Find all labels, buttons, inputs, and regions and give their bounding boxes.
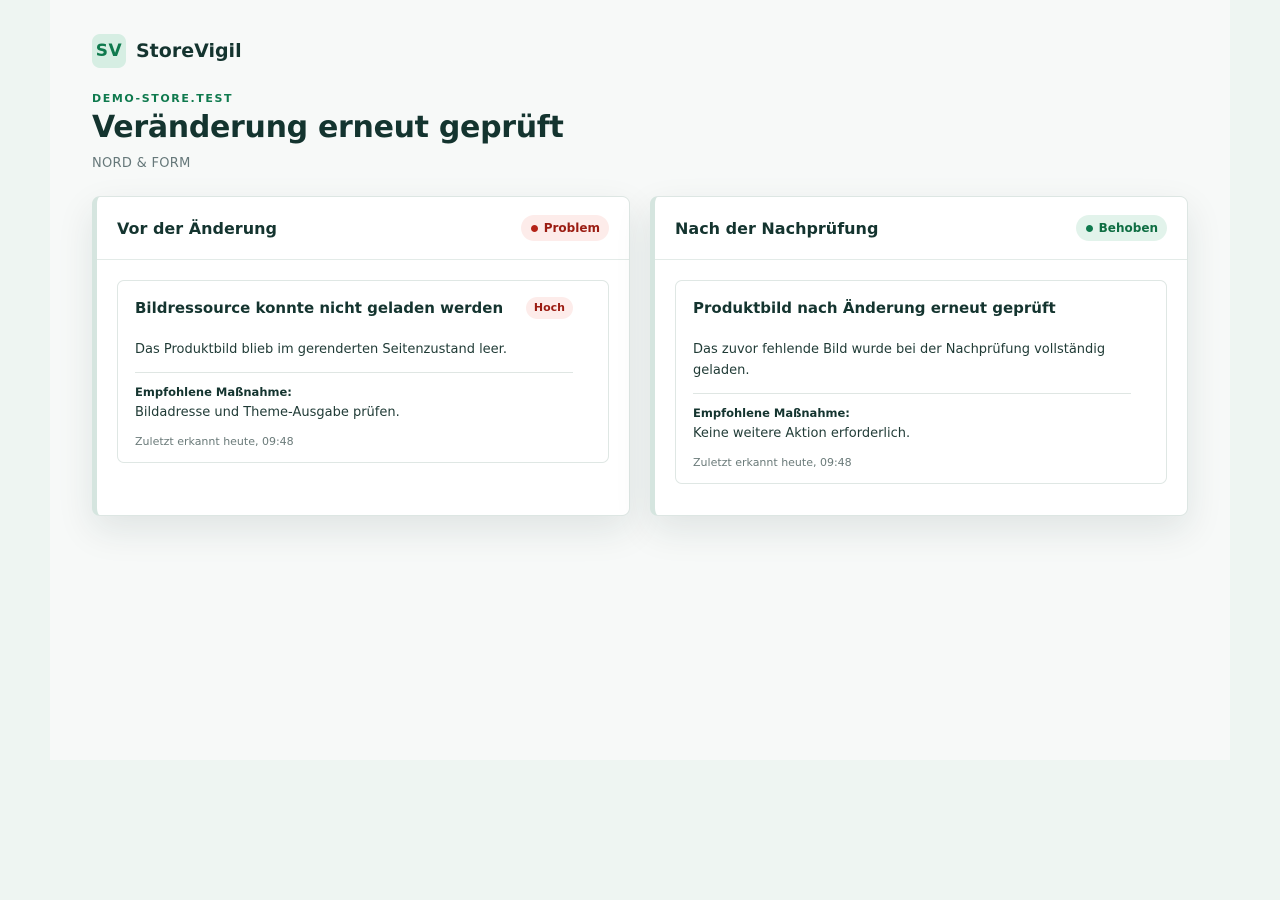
- finding-card-after: Produktbild nach Änderung erneut geprüft…: [675, 280, 1167, 484]
- status-badge-label: Problem: [543, 221, 600, 235]
- after-panel-header: Nach der Nachprüfung Behoben: [655, 197, 1187, 260]
- severity-badge: Hoch: [525, 297, 573, 319]
- finding-title: Bildressource konnte nicht geladen werde…: [135, 299, 504, 317]
- status-dot-icon: [1085, 224, 1093, 232]
- divider: [135, 372, 573, 373]
- storevigil-logo-icon: SV: [92, 34, 126, 68]
- before-panel-title: Vor der Änderung: [117, 218, 277, 238]
- finding-card-before: Bildressource konnte nicht geladen werde…: [117, 280, 609, 463]
- status-dot-icon: [530, 224, 538, 232]
- page-container: SV StoreVigil DEMO-STORE.TEST Veränderun…: [50, 0, 1230, 760]
- status-badge-problem: Problem: [520, 215, 609, 241]
- brand-name: StoreVigil: [136, 40, 242, 62]
- recommended-action: Bildadresse und Theme-Ausgabe prüfen.: [135, 405, 400, 420]
- status-badge-fixed: Behoben: [1075, 215, 1167, 241]
- recommended-action-label: Empfohlene Maßnahme:: [693, 406, 850, 420]
- after-panel-title: Nach der Nachprüfung: [675, 218, 879, 238]
- before-panel: Vor der Änderung Problem Bildressource k…: [92, 196, 630, 516]
- before-panel-header: Vor der Änderung Problem: [97, 197, 629, 260]
- finding-description: Das Produktbild blieb im gerenderten Sei…: [135, 342, 507, 357]
- after-panel: Nach der Nachprüfung Behoben Produktbild…: [650, 196, 1188, 516]
- last-detected: Zuletzt erkannt heute, 09:48: [135, 435, 294, 448]
- recommended-action: Keine weitere Aktion erforderlich.: [693, 426, 911, 441]
- finding-title: Produktbild nach Änderung erneut geprüft: [693, 299, 1056, 317]
- finding-head: Bildressource konnte nicht geladen werde…: [135, 297, 573, 319]
- recommended-action-label: Empfohlene Maßnahme:: [135, 385, 292, 399]
- last-detected: Zuletzt erkannt heute, 09:48: [693, 456, 852, 469]
- page-title: Veränderung erneut geprüft: [92, 110, 564, 145]
- store-name: NORD & FORM: [92, 156, 191, 171]
- finding-description: Das zuvor fehlende Bild wurde bei der Na…: [693, 342, 1106, 378]
- store-domain: DEMO-STORE.TEST: [92, 92, 234, 105]
- status-badge-label: Behoben: [1098, 221, 1158, 235]
- divider: [693, 393, 1131, 394]
- finding-head: Produktbild nach Änderung erneut geprüft: [693, 297, 1131, 319]
- brand[interactable]: SV StoreVigil: [92, 34, 242, 68]
